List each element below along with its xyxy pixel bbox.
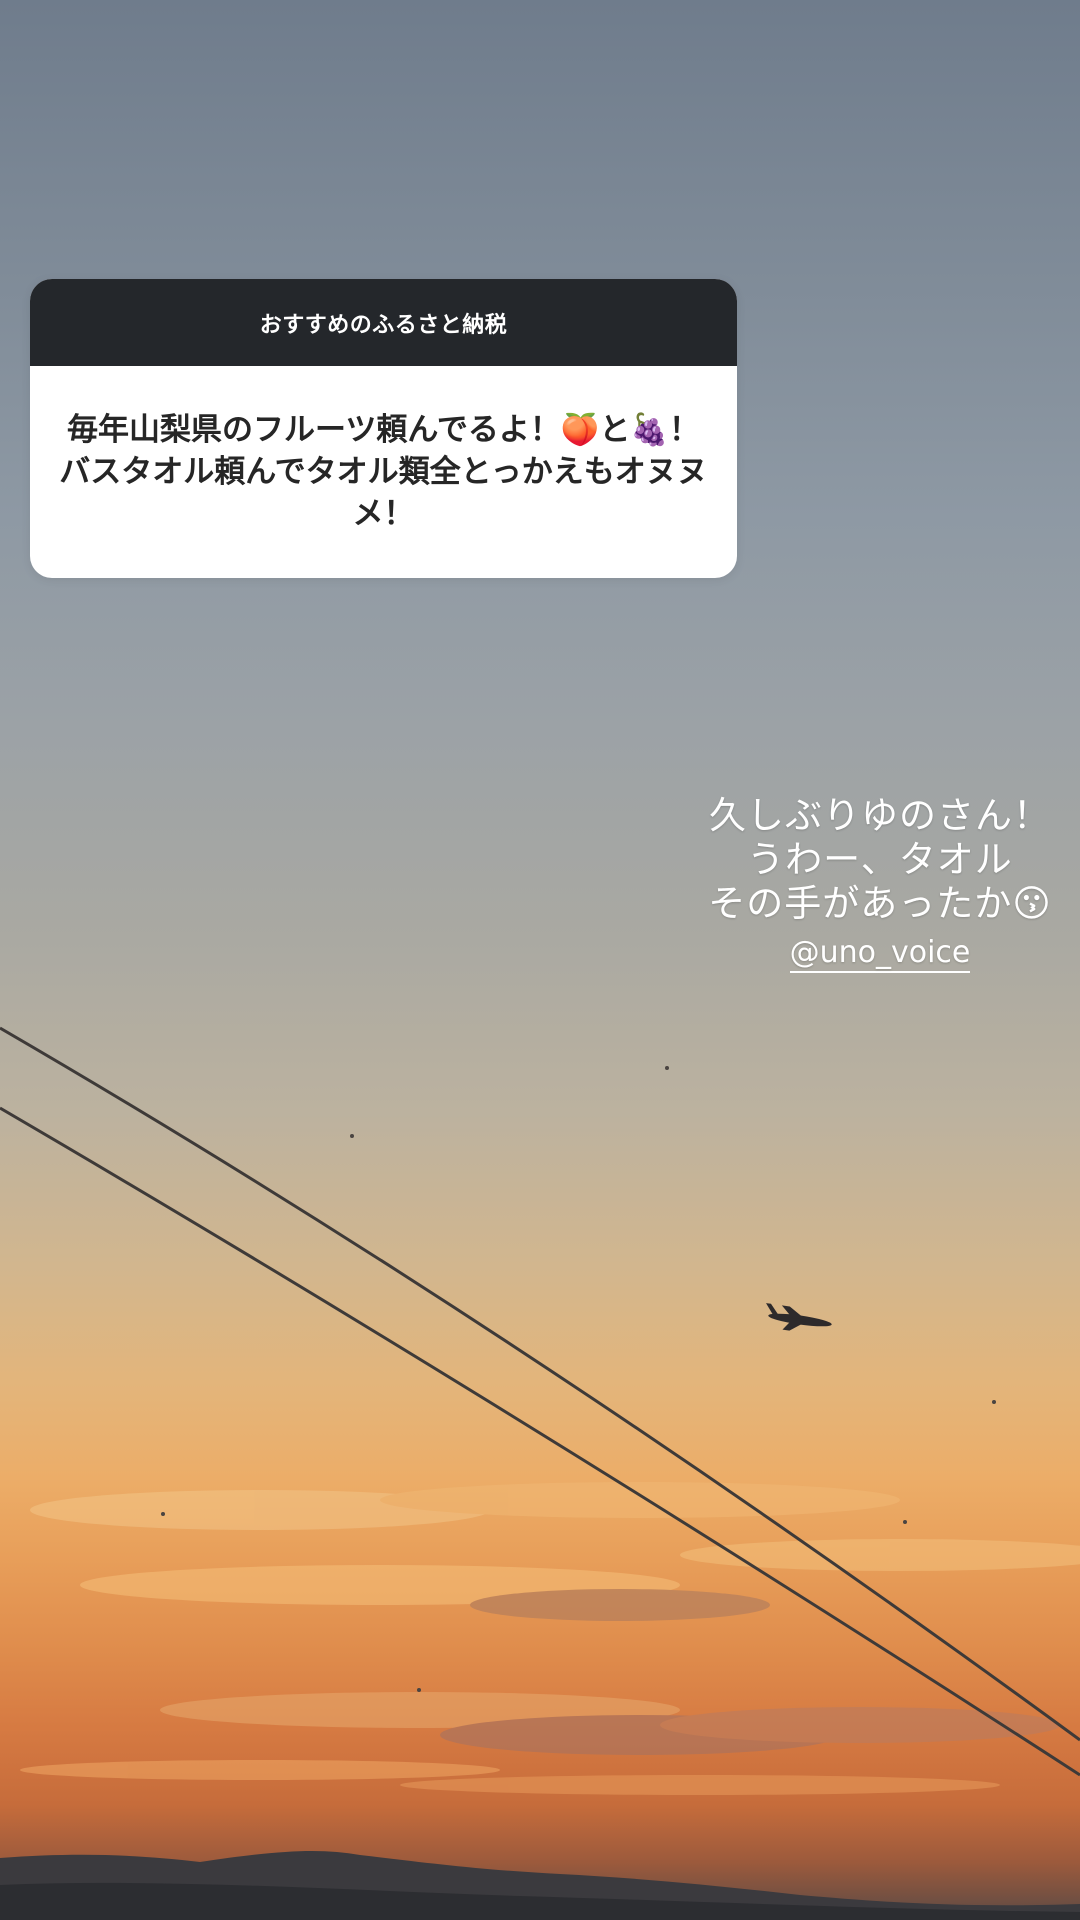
clouds: [20, 1482, 1080, 1795]
caption-line-3: その手があったか😗: [708, 882, 1052, 925]
story-caption: 久しぶりゆのさん！ うわー、タオル その手があったか😗 @uno_voice: [688, 794, 1072, 973]
airplane-icon: [766, 1303, 832, 1331]
question-answer-text: 毎年山梨県のフルーツ頼んでるよ！🍑と🍇！バスタオル頼んでタオル類全とっかえもオヌ…: [59, 412, 708, 532]
question-header: おすすめのふるさと納税: [30, 279, 737, 366]
question-sticker[interactable]: おすすめのふるさと納税 毎年山梨県のフルーツ頼んでるよ！🍑と🍇！バスタオル頼んで…: [30, 279, 737, 578]
caption-line-2: うわー、タオル: [747, 838, 1013, 881]
caption-line-1: 久しぶりゆのさん！: [709, 794, 1051, 837]
story-view: おすすめのふるさと納税 毎年山梨県のフルーツ頼んでるよ！🍑と🍇！バスタオル頼んで…: [0, 0, 1080, 1920]
mention-link[interactable]: @uno_voice: [789, 936, 971, 973]
power-lines: [0, 1026, 1080, 1777]
question-title: おすすめのふるさと納税: [259, 312, 508, 338]
question-answer-area: 毎年山梨県のフルーツ頼んでるよ！🍑と🍇！バスタオル頼んでタオル類全とっかえもオヌ…: [30, 366, 737, 578]
